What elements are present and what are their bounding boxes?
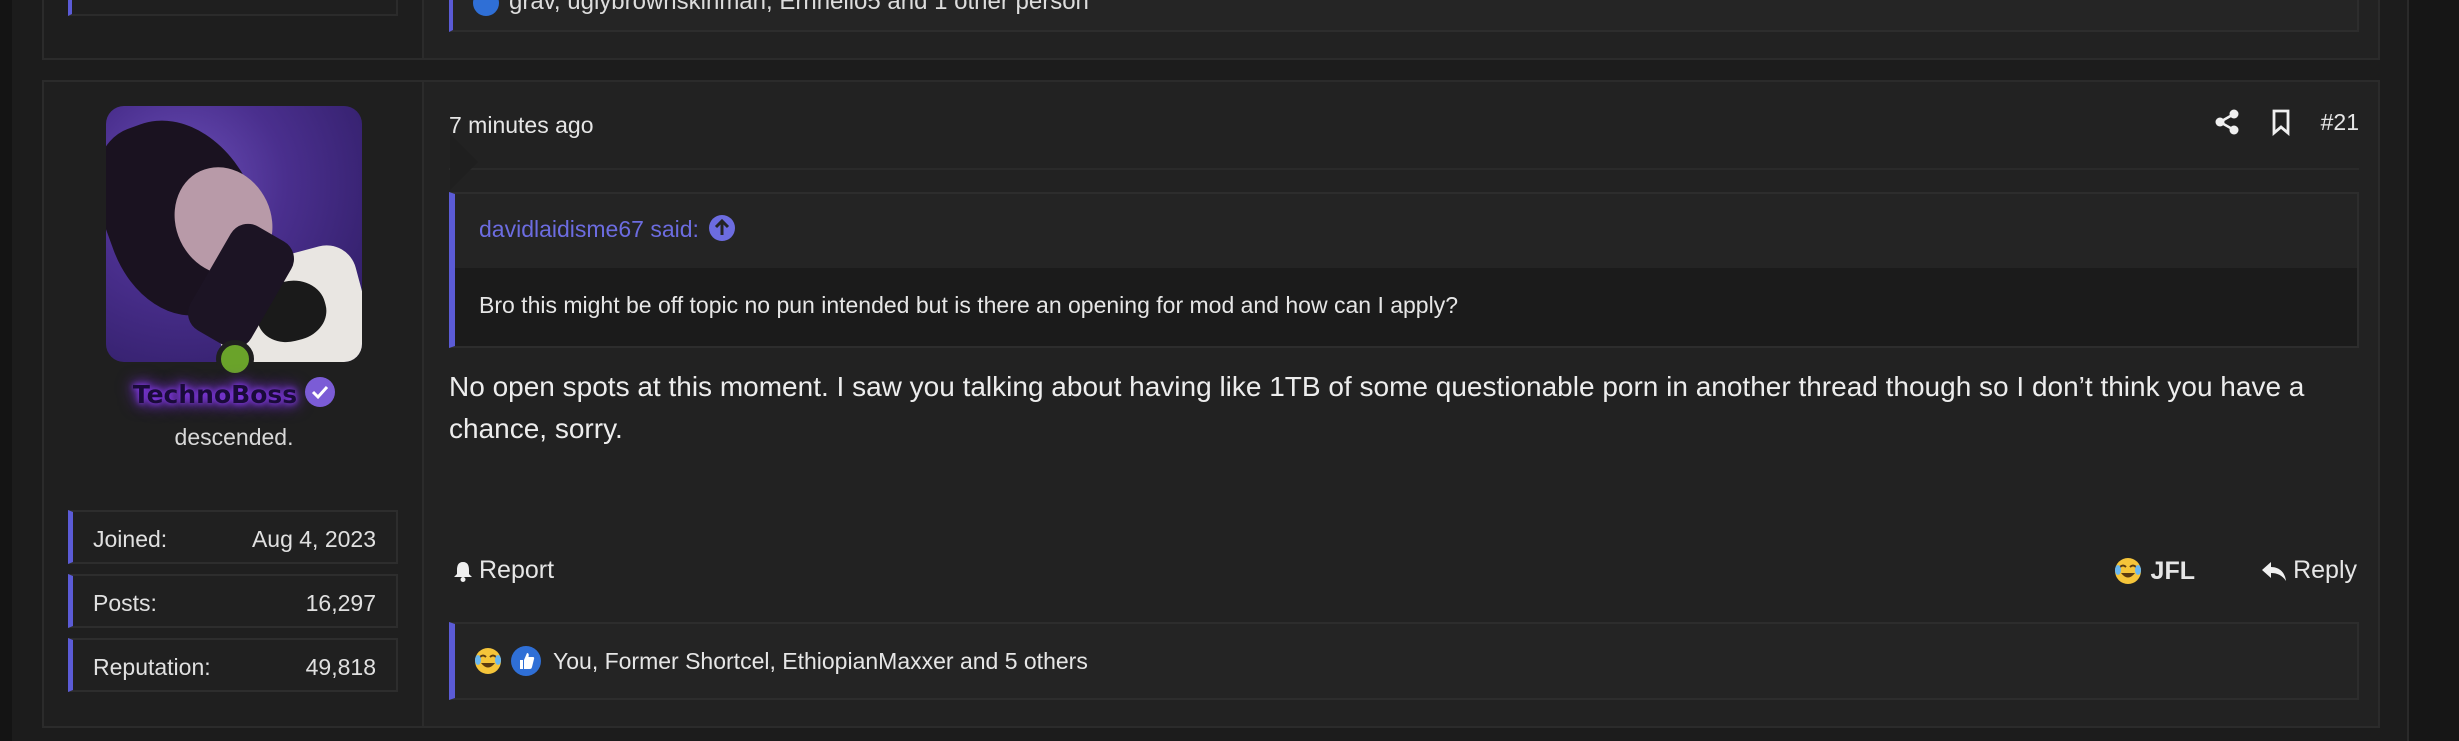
stat-joined: Joined: Aug 4, 2023 xyxy=(68,510,398,564)
verified-icon xyxy=(305,377,336,407)
like-icon xyxy=(473,0,499,16)
reactions-bar[interactable]: You, Former Shortcel, EthiopianMaxxer an… xyxy=(449,622,2359,700)
quote-up-icon[interactable] xyxy=(708,214,735,241)
post-content: 7 minutes ago #21 davidlaidisme67 said: … xyxy=(449,82,2359,726)
bookmark-icon[interactable] xyxy=(2267,108,2295,137)
post-user-cell: TechnoBoss descended. Joined: Aug 4, 202… xyxy=(44,82,424,726)
stat-posts: Posts: 16,297 xyxy=(68,574,398,628)
jfl-label: JFL xyxy=(2150,556,2195,585)
reply-button[interactable]: Reply xyxy=(2261,556,2357,585)
joy-emoji-icon xyxy=(2113,556,2143,586)
user-title: descended. xyxy=(174,424,294,450)
quote-block: davidlaidisme67 said: Bro this might be … xyxy=(449,192,2359,348)
quote-body: Bro this might be off topic no pun inten… xyxy=(455,268,2357,346)
post-footer-actions: Report JFL Reply xyxy=(449,556,2359,592)
previous-post-stat xyxy=(68,0,398,16)
report-label: Report xyxy=(479,556,555,584)
divider xyxy=(449,168,2359,170)
post: TechnoBoss descended. Joined: Aug 4, 202… xyxy=(42,80,2380,728)
stat-value[interactable]: 16,297 xyxy=(306,590,376,617)
share-icon[interactable] xyxy=(2213,108,2241,136)
stat-reputation: Reputation: 49,818 xyxy=(68,638,398,692)
report-button[interactable]: Report xyxy=(453,556,554,585)
reactions-text[interactable]: You, Former Shortcel, EthiopianMaxxer an… xyxy=(553,648,1088,675)
post-number-link[interactable]: #21 xyxy=(2321,109,2359,136)
post-header-actions: #21 xyxy=(2213,108,2359,137)
reply-label: Reply xyxy=(2293,556,2357,584)
previous-post-reactions-text[interactable]: grav, uglybrownskinman, Ernhello5 and 1 … xyxy=(509,0,1089,16)
joy-emoji-icon xyxy=(473,646,503,676)
previous-post-reactions[interactable]: grav, uglybrownskinman, Ernhello5 and 1 … xyxy=(449,0,2359,32)
quote-author[interactable]: davidlaidisme67 said: xyxy=(479,214,735,244)
post-pointer-arrow xyxy=(450,134,478,190)
post-message: No open spots at this moment. I saw you … xyxy=(449,371,2305,444)
username[interactable]: TechnoBoss xyxy=(44,377,424,411)
page-edge-right xyxy=(2407,0,2459,741)
previous-post-user-cell xyxy=(44,0,424,58)
bell-icon xyxy=(453,560,473,582)
reply-icon xyxy=(2261,560,2287,582)
quote-text: Bro this might be off topic no pun inten… xyxy=(479,292,1459,318)
avatar[interactable] xyxy=(106,106,362,362)
stat-label: Joined: xyxy=(93,526,168,552)
stat-value: Aug 4, 2023 xyxy=(251,526,376,552)
page-edge-left xyxy=(0,0,12,741)
like-icon xyxy=(511,646,541,676)
previous-post: grav, uglybrownskinman, Ernhello5 and 1 … xyxy=(42,0,2380,60)
stat-label: Posts: xyxy=(93,590,157,616)
stat-value: 49,818 xyxy=(305,654,376,680)
page: grav, uglybrownskinman, Ernhello5 and 1 … xyxy=(0,0,2459,741)
online-status-icon xyxy=(216,340,254,378)
stat-label: Reputation: xyxy=(93,654,211,680)
jfl-reaction-button[interactable]: JFL xyxy=(2113,556,2195,586)
